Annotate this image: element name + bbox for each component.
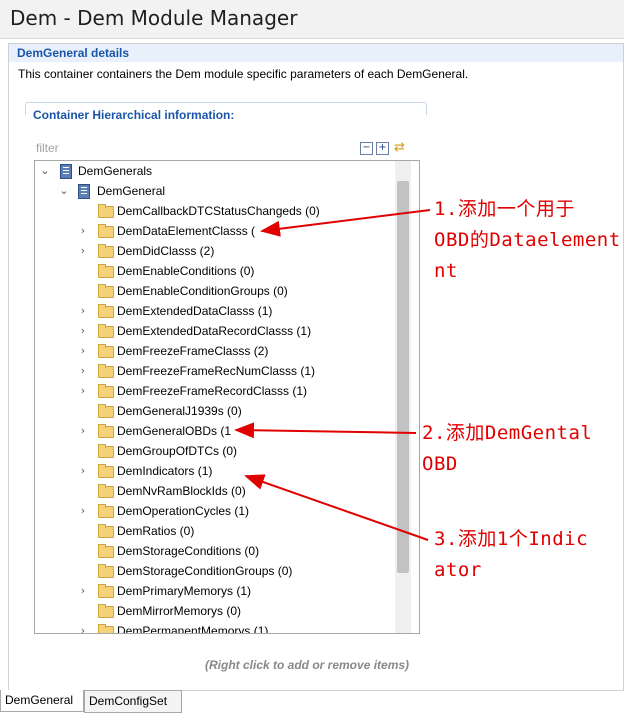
arrow-2 [234,422,417,439]
annotation-arrows [234,209,431,541]
arrow-3 [244,474,429,541]
arrow-1 [260,209,431,237]
